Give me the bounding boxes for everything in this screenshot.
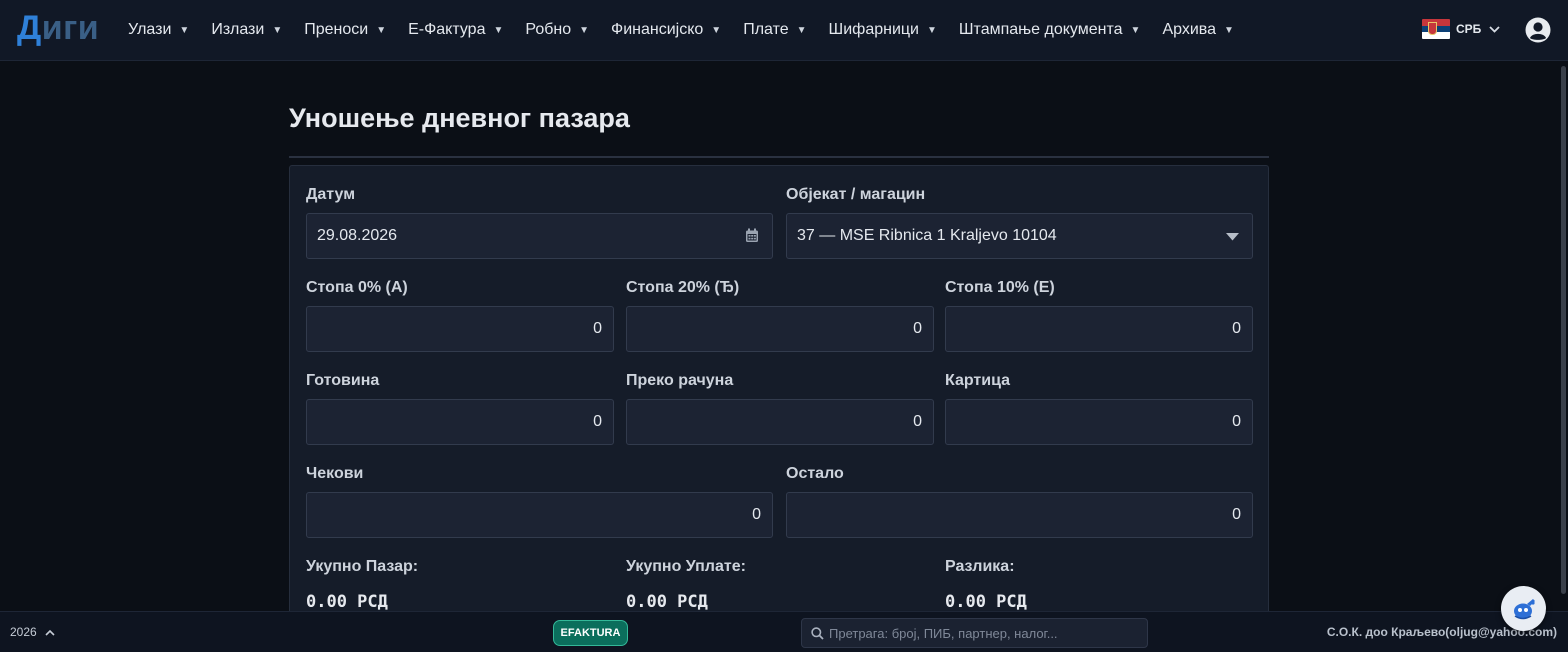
date-value: 29.08.2026: [317, 227, 398, 244]
card-input[interactable]: 0: [945, 399, 1253, 445]
rate20-input[interactable]: 0: [626, 306, 934, 352]
menu-item-plate[interactable]: Плате ▼: [743, 21, 806, 39]
year-selector[interactable]: 2026: [10, 625, 55, 639]
caret-down-icon: ▼: [711, 24, 722, 36]
year-label: 2026: [10, 625, 37, 639]
caret-down-icon: ▼: [493, 24, 504, 36]
card-label: Картица: [945, 372, 1011, 389]
chevron-down-icon: [1489, 25, 1500, 33]
caret-down-icon: ▼: [376, 24, 387, 36]
rate20-value: 0: [913, 320, 922, 337]
rate10-label: Стопа 10% (Е): [945, 279, 1055, 296]
difference-value: 0.00 РСД: [945, 592, 1027, 612]
menu-item-label: Улази: [128, 21, 172, 38]
logo-text: иги: [41, 9, 100, 47]
menu-item-stampanje[interactable]: Штампање документа ▼: [959, 21, 1141, 39]
difference-label: Разлика:: [945, 558, 1015, 575]
calendar-icon[interactable]: [745, 228, 759, 243]
language-label: СРБ: [1456, 22, 1482, 36]
menu-item-finansijsko[interactable]: Финансијско ▼: [611, 21, 721, 39]
checks-label: Чекови: [306, 465, 364, 482]
other-label: Остало: [786, 465, 844, 482]
serbia-flag-icon: [1422, 19, 1450, 39]
object-value: 37 — MSE Ribnica 1 Kraljevo 10104: [797, 227, 1057, 244]
total-payments-value: 0.00 РСД: [626, 592, 708, 612]
checks-value: 0: [752, 506, 761, 523]
user-circle-icon[interactable]: [1525, 17, 1551, 43]
transfer-value: 0: [913, 413, 922, 430]
efaktura-button[interactable]: EFAKTURA: [553, 620, 628, 646]
menu-item-efaktura[interactable]: Е-Фактура ▼: [408, 21, 503, 39]
global-search[interactable]: [801, 618, 1148, 648]
menu-item-prenosi[interactable]: Преноси ▼: [304, 21, 386, 39]
rate10-value: 0: [1232, 320, 1241, 337]
cash-input[interactable]: 0: [306, 399, 614, 445]
assistant-button[interactable]: [1501, 586, 1546, 631]
search-input[interactable]: [829, 625, 1139, 641]
other-input[interactable]: 0: [786, 492, 1253, 538]
page-title: Уношење дневног пазара: [289, 103, 630, 133]
object-label: Објекат / магацин: [786, 186, 926, 203]
search-icon: [811, 626, 824, 640]
menu-item-label: Финансијско: [611, 21, 704, 38]
total-sales-value: 0.00 РСД: [306, 592, 388, 612]
rate0-input[interactable]: 0: [306, 306, 614, 352]
menu-item-label: Робно: [525, 21, 572, 38]
caret-down-icon: ▼: [1130, 24, 1141, 36]
logo-letter: Д: [17, 9, 42, 47]
menu-item-label: Преноси: [304, 21, 369, 38]
menu-item-izlazi[interactable]: Излази ▼: [211, 21, 282, 39]
main-menu: Улази ▼ Излази ▼ Преноси ▼ Е-Фактура ▼ Робно…: [128, 0, 1256, 60]
menu-item-label: Архива: [1162, 21, 1216, 38]
caret-down-icon: ▼: [926, 24, 937, 36]
rate20-label: Стопа 20% (Ђ): [626, 279, 740, 296]
rate0-label: Стопа 0% (А): [306, 279, 408, 296]
card-value: 0: [1232, 413, 1241, 430]
menu-item-sifarnici[interactable]: Шифарници ▼: [829, 21, 937, 39]
menu-item-label: Излази: [211, 21, 265, 38]
total-sales-label: Укупно Пазар:: [306, 558, 419, 575]
caret-down-icon: ▼: [272, 24, 283, 36]
rate10-input[interactable]: 0: [945, 306, 1253, 352]
transfer-label: Преко рачуна: [626, 372, 734, 389]
total-payments-label: Укупно Уплате:: [626, 558, 746, 575]
title-divider: [289, 156, 1269, 158]
menu-item-arhiva[interactable]: Архива ▼: [1162, 21, 1233, 39]
language-selector[interactable]: СРБ: [1422, 19, 1500, 39]
menu-item-label: Плате: [743, 21, 789, 38]
caret-down-icon: ▼: [579, 24, 590, 36]
page-scrollbar[interactable]: [1559, 62, 1568, 612]
cash-value: 0: [593, 413, 602, 430]
menu-item-robno[interactable]: Робно ▼: [525, 21, 589, 39]
scrollbar-thumb[interactable]: [1561, 66, 1566, 594]
checks-input[interactable]: 0: [306, 492, 773, 538]
menu-item-ulazi[interactable]: Улази ▼: [128, 21, 189, 39]
date-label: Датум: [306, 186, 356, 203]
rate0-value: 0: [593, 320, 602, 337]
status-footer: 2026 EFAKTURA С.О.К. доо Краљево(oljug@y…: [0, 611, 1568, 652]
cash-label: Готовина: [306, 372, 380, 389]
caret-down-icon: ▼: [1223, 24, 1234, 36]
caret-down-icon: ▼: [179, 24, 190, 36]
other-value: 0: [1232, 506, 1241, 523]
object-select[interactable]: 37 — MSE Ribnica 1 Kraljevo 10104: [786, 213, 1253, 259]
top-navbar: Диги Улази ▼ Излази ▼ Преноси ▼ Е-Фактура ▼ …: [0, 0, 1568, 61]
caret-down-icon: [1226, 233, 1239, 241]
robot-assistant-icon: [1513, 598, 1535, 619]
date-field[interactable]: 29.08.2026: [306, 213, 773, 259]
caret-down-icon: ▼: [796, 24, 807, 36]
menu-item-label: Штампање документа: [958, 21, 1123, 38]
chevron-up-icon: [45, 629, 55, 636]
menu-item-label: Е-Фактура: [408, 21, 486, 38]
transfer-input[interactable]: 0: [626, 399, 934, 445]
menu-item-label: Шифарници: [828, 21, 919, 38]
app-logo[interactable]: Диги: [17, 6, 99, 50]
daily-sales-form: Датум 29.08.2026 Објекат / магацин 37 — …: [289, 165, 1269, 625]
